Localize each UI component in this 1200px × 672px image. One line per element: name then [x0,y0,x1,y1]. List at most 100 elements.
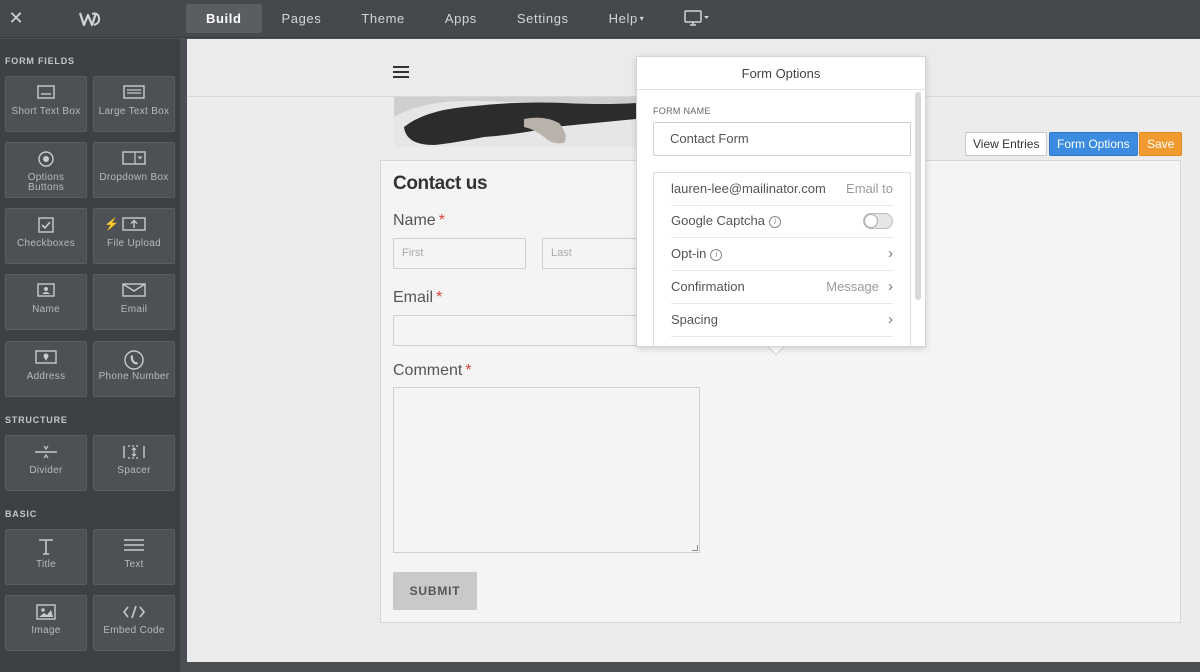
required-mark: * [436,289,443,306]
info-icon[interactable]: i [768,216,781,228]
save-button[interactable]: Save [1139,132,1183,156]
tile-label: Large Text Box [98,106,170,117]
tile-label: Email [120,304,148,315]
email-input[interactable] [393,315,638,346]
dropdown-icon [94,151,174,173]
element-phone-number[interactable]: Phone Number [93,341,175,397]
header-photo [394,97,636,147]
top-bar: ✕ Build Pages Theme Apps Settings Help ▾ [0,0,1200,38]
confirmation-value: Message [826,279,879,294]
code-icon [94,604,174,626]
opt-in-row[interactable]: Opt-in i › [671,238,893,271]
image-icon [6,604,86,626]
popup-title: Form Options [637,57,925,90]
element-name[interactable]: Name [5,274,87,330]
tile-label: Text [124,559,144,570]
tile-label: Short Text Box [11,106,81,117]
chevron-right-icon: › [888,245,893,262]
element-file-upload[interactable]: ⚡ File Upload [93,208,175,264]
form-name-label: FORM NAME [653,106,711,116]
comment-label: Comment * [393,362,472,380]
element-title[interactable]: Title [5,529,87,585]
popup-body: FORM NAME Contact Form lauren-lee@mailin… [637,90,913,347]
tile-label: Options Buttons [27,172,65,193]
nav-apps[interactable]: Apps [425,4,497,33]
form-title[interactable]: Contact us [393,173,488,195]
last-name-input[interactable]: Last [542,238,638,269]
captcha-label: Google Captcha [671,213,765,228]
element-spacer[interactable]: Spacer [93,435,175,491]
main-nav: Build Pages Theme Apps Settings Help ▾ [186,4,664,34]
toggle-knob [864,214,878,228]
device-preview-icon[interactable] [684,9,714,29]
popup-scrollbar[interactable] [915,92,921,300]
spacing-label: Spacing [671,312,718,327]
nav-settings[interactable]: Settings [497,4,589,33]
radio-icon [6,151,86,173]
opt-in-label: Opt-in [671,246,707,261]
divider-icon [6,444,86,466]
comment-label-text: Comment [393,362,463,379]
element-dropdown-box[interactable]: Dropdown Box [93,142,175,198]
weebly-logo-icon[interactable] [78,9,102,29]
form-options-button[interactable]: Form Options [1049,132,1138,156]
options-list: lauren-lee@mailinator.com Email to Googl… [653,172,911,347]
form-name-input[interactable]: Contact Form [653,122,911,156]
tile-label: Address [26,371,66,382]
element-image[interactable]: Image [5,595,87,651]
form-options-popup: Form Options FORM NAME Contact Form laur… [636,56,926,347]
submit-button[interactable]: SUBMIT [393,572,477,610]
chevron-right-icon: › [888,278,893,295]
close-icon[interactable]: ✕ [8,8,24,28]
section-title-form-fields: FORM FIELDS [5,56,75,66]
nav-build[interactable]: Build [186,4,262,33]
nav-pages[interactable]: Pages [262,4,342,33]
email-label: Email * [393,289,442,307]
captcha-toggle[interactable] [863,213,893,229]
lightning-icon: ⚡ [104,217,119,231]
element-large-text-box[interactable]: Large Text Box [93,76,175,132]
required-mark: * [465,362,472,379]
short-text-icon [6,85,86,107]
element-address[interactable]: Address [5,341,87,397]
info-icon[interactable]: i [710,249,723,261]
checkbox-icon [6,217,86,239]
large-text-icon [94,85,174,107]
email-label-text: Email [393,289,434,306]
address-pin-icon [6,350,86,372]
nav-theme[interactable]: Theme [341,4,424,33]
confirmation-label: Confirmation [671,279,745,294]
element-text[interactable]: Text [93,529,175,585]
email-to-value: lauren-lee@mailinator.com [671,181,826,196]
spacing-row[interactable]: Spacing › [671,304,893,337]
tile-label: Phone Number [98,371,170,382]
chevron-down-icon: ▾ [639,14,645,23]
view-entries-button[interactable]: View Entries [965,132,1048,156]
chevron-right-icon: › [888,311,893,328]
required-mark: * [438,212,445,229]
name-label-text: Name [393,212,436,229]
tile-label: Divider [29,465,63,476]
first-name-input[interactable]: First [393,238,526,269]
comment-textarea[interactable] [393,387,700,553]
section-title-structure: STRUCTURE [5,415,68,425]
hamburger-menu-icon[interactable] [393,66,409,78]
section-title-basic: BASIC [5,509,38,519]
tile-label: Checkboxes [16,238,76,249]
nav-help[interactable]: Help ▾ [589,4,665,33]
element-embed-code[interactable]: Embed Code [93,595,175,651]
nav-help-label: Help [608,11,638,26]
title-t-icon [6,538,86,560]
email-to-field[interactable]: lauren-lee@mailinator.com Email to [671,173,893,206]
confirmation-row[interactable]: Confirmation Message › [671,271,893,304]
google-captcha-row: Google Captcha i [671,205,893,238]
name-label: Name * [393,212,445,230]
element-divider[interactable]: Divider [5,435,87,491]
name-card-icon [6,283,86,305]
element-email[interactable]: Email [93,274,175,330]
resize-grip-icon[interactable] [692,545,698,551]
element-checkboxes[interactable]: Checkboxes [5,208,87,264]
element-short-text-box[interactable]: Short Text Box [5,76,87,132]
tile-label: Name [32,304,60,315]
element-options-buttons[interactable]: Options Buttons [5,142,87,198]
